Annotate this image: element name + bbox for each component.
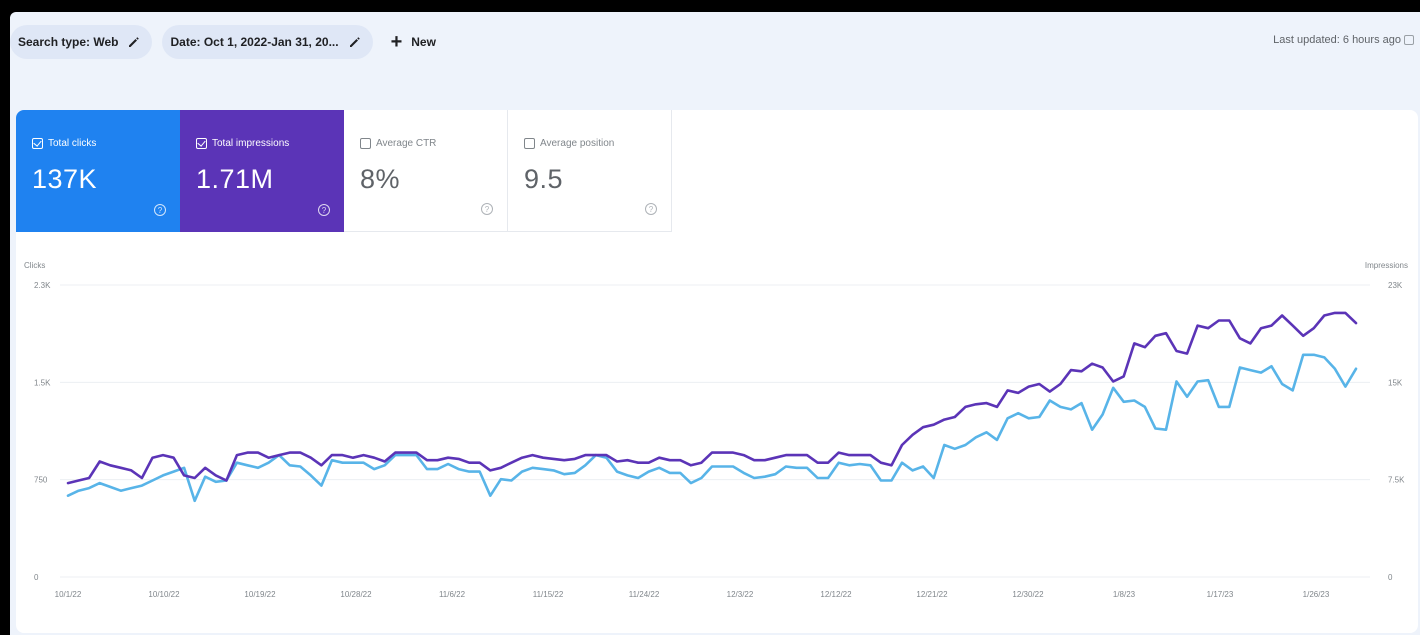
metric-value: 1.71M <box>196 164 274 194</box>
last-updated-status: Last updated: 6 hours ago <box>1273 34 1414 46</box>
search-console-frame: Search type: Web Date: Oct 1, 2022-Jan 3… <box>10 12 1420 635</box>
metric-label-row: Total impressions <box>196 136 344 150</box>
metric-value: 137K <box>32 164 98 194</box>
metric-label: Total impressions <box>212 137 290 149</box>
metric-tiles: Total clicks 137K ? Total impressions 1.… <box>16 110 672 232</box>
metric-label-row: Average CTR <box>360 136 507 150</box>
left-tick-label: 1.5K <box>34 378 51 387</box>
x-tick-label: 10/10/22 <box>148 590 180 599</box>
help-icon[interactable]: ? <box>481 203 493 215</box>
metric-label-row: Total clicks <box>32 136 180 150</box>
x-tick-label: 11/24/22 <box>629 590 660 599</box>
x-tick-label: 1/8/23 <box>1113 590 1136 599</box>
search-type-chip-label: Search type: Web <box>18 35 119 49</box>
edit-icon <box>129 37 140 47</box>
help-icon[interactable]: ? <box>318 204 330 216</box>
metric-value: 9.5 <box>524 164 564 194</box>
x-tick-label: 10/28/22 <box>340 590 372 599</box>
date-filter-chip[interactable]: Date: Oct 1, 2022-Jan 31, 20... <box>162 25 373 59</box>
help-icon[interactable]: ? <box>154 204 166 216</box>
metric-average-position[interactable]: Average position 9.5 ? <box>508 110 672 232</box>
date-chip-label: Date: Oct 1, 2022-Jan 31, 20... <box>170 35 339 49</box>
x-tick-label: 1/26/23 <box>1303 590 1330 599</box>
x-tick-label: 12/30/22 <box>1012 590 1044 599</box>
x-tick-label: 12/12/22 <box>820 590 852 599</box>
left-axis-ticks: 0 750 1.5K 2.3K <box>34 281 51 582</box>
right-axis-ticks: 0 7.5K 15K 23K <box>1388 281 1405 582</box>
metric-value: 8% <box>360 164 401 194</box>
left-tick-label: 750 <box>34 476 48 485</box>
right-axis-title: Impressions <box>1365 261 1408 270</box>
right-tick-label: 7.5K <box>1388 476 1405 485</box>
performance-card: Total clicks 137K ? Total impressions 1.… <box>16 110 1418 633</box>
metric-label: Average CTR <box>376 137 437 149</box>
new-filter-button[interactable]: + New <box>391 32 436 52</box>
plus-icon: + <box>390 31 403 53</box>
right-tick-label: 15K <box>1388 378 1403 387</box>
x-tick-label: 12/21/22 <box>916 590 948 599</box>
x-tick-label: 1/17/23 <box>1207 590 1234 599</box>
metric-label-row: Average position <box>524 136 671 150</box>
x-tick-label: 11/6/22 <box>439 590 466 599</box>
metric-average-ctr[interactable]: Average CTR 8% ? <box>344 110 508 232</box>
metric-label: Average position <box>540 137 615 149</box>
chart-gridlines <box>60 284 1370 578</box>
x-tick-label: 10/19/22 <box>244 590 276 599</box>
x-tick-label: 10/1/22 <box>55 590 82 599</box>
filter-toolbar: Search type: Web Date: Oct 1, 2022-Jan 3… <box>10 24 1420 60</box>
series-line-impressions <box>66 311 1358 485</box>
performance-line-chart[interactable]: Clicks Impressions 0 750 1.5K 2.3K 0 7.5K 15K… <box>16 255 1418 633</box>
left-axis-title: Clicks <box>24 261 45 270</box>
last-updated-text: Last updated: 6 hours ago <box>1273 34 1401 46</box>
series-line-clicks <box>66 353 1358 503</box>
metric-total-clicks[interactable]: Total clicks 137K ? <box>16 110 180 232</box>
help-icon[interactable]: ? <box>645 203 657 215</box>
new-filter-label: New <box>411 35 436 49</box>
edit-icon <box>349 37 360 47</box>
checked-checkbox-icon <box>32 137 43 149</box>
x-tick-label: 12/3/22 <box>727 590 754 599</box>
unchecked-checkbox-icon <box>524 137 535 149</box>
x-tick-label: 11/15/22 <box>533 590 564 599</box>
metric-total-impressions[interactable]: Total impressions 1.71M ? <box>180 110 344 232</box>
right-tick-label: 0 <box>1388 573 1393 582</box>
left-tick-label: 2.3K <box>34 281 51 290</box>
left-tick-label: 0 <box>34 573 39 582</box>
search-type-filter-chip[interactable]: Search type: Web <box>10 25 153 59</box>
clock-info-icon[interactable] <box>1404 35 1414 45</box>
right-tick-label: 23K <box>1388 281 1403 290</box>
metric-label: Total clicks <box>48 137 97 149</box>
checked-checkbox-icon <box>196 137 207 149</box>
chart-series <box>66 311 1358 503</box>
unchecked-checkbox-icon <box>360 137 371 149</box>
x-axis-ticks: 10/1/22 10/10/22 10/19/22 10/28/22 11/6/22 11… <box>55 590 1330 599</box>
